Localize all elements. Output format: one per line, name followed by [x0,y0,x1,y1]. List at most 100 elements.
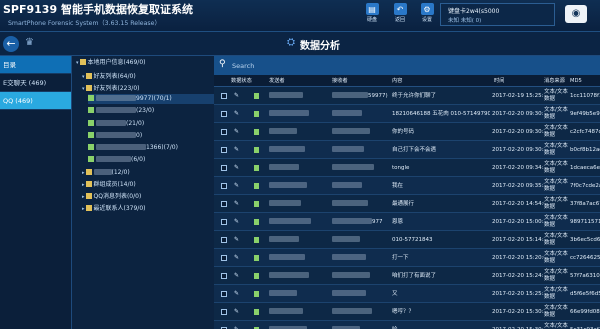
sender-cell [269,321,327,329]
row-checkbox[interactable] [221,255,227,261]
table-row[interactable]: ✎ 18210646188 五花肉 010-57149790 2017-02-20 … [214,105,600,123]
receiver-cell: 59977) [332,87,390,105]
tree-node[interactable]: ▸ 最近联系人(379/0) [82,204,146,214]
table-row[interactable]: ✎ 010-57721843 2017-02-20 15:14:50文本/文本数据3… [214,231,600,249]
column-header[interactable]: 时间 [494,75,504,87]
tree-node[interactable]: (6/0) [88,155,145,165]
table-row[interactable]: ✎ 最通展行 2017-02-20 14:54:00文本/文本数据37f8a7ac6… [214,195,600,213]
table-row[interactable]: ✎ 977 恩恩 2017-02-20 15:00:34文本/文本数据98971157… [214,213,600,231]
sender-cell [269,105,327,123]
md5-cell: b0cf8b12ae1 [570,147,600,153]
table-row[interactable]: ✎ 59977) 终于允许你们聊了 2017-02-19 15:25:10文本/文本数… [214,87,600,105]
table-row[interactable]: ✎ tongle 2017-02-20 09:34:32文本/文本数据1dcaeca… [214,159,600,177]
sender-cell [269,303,327,321]
redacted-receiver [332,92,368,98]
sender-cell [269,141,327,159]
sidebar-header: 目录 [0,56,71,74]
row-checkbox[interactable] [221,273,227,279]
content-cell: 打一下 [392,255,409,261]
pin-icon: ✎ [234,236,240,243]
return-button[interactable]: ↶ 返回 [390,3,410,28]
table-row[interactable]: ✎ 又 2017-02-20 15:25:39文本/文本数据d5f6e5f6d5 [214,285,600,303]
content-cell: 010-57721843 [392,237,433,243]
tree-node[interactable]: ▾ 好友列表(64/0) [82,72,136,82]
hard-disk-label: 硬盘 [366,17,377,23]
column-header[interactable]: 接收者 [332,75,348,87]
table-row[interactable]: ✎ 嗯哼？？ 2017-02-20 15:30:22文本/文本数据66e99fd08… [214,303,600,321]
table-row[interactable]: ✎ 打一下 2017-02-20 15:20:02文本/文本数据cc72646251… [214,249,600,267]
tree-node[interactable]: (21/0) [88,119,144,129]
time-cell: 2017-02-20 15:14:50 [492,237,544,243]
sidebar-item-qq[interactable]: QQ (469) [0,92,71,110]
source-cell: 文本/文本数据 [544,179,568,192]
table-row[interactable]: ✎哈2017-02-20 15:30:41文本/文本数据5c31c93af7e [214,321,600,329]
table-row[interactable]: ✎ 你的号码 2017-02-20 09:30:20文本/文本数据c2cfc7487… [214,123,600,141]
row-checkbox[interactable] [221,129,227,135]
row-checkbox[interactable] [221,183,227,189]
file-icon [254,183,259,189]
settings-label: 设置 [421,17,432,23]
redacted-name [96,107,136,113]
redacted-receiver [332,110,362,116]
tree-node[interactable]: ▸ QQ消息列表(0/0) [82,192,141,202]
row-checkbox[interactable] [221,201,227,207]
column-header[interactable]: 内容 [392,75,402,87]
md5-cell: 3b6ec5cd6cc [570,237,600,243]
table-row[interactable]: ✎ 自己打下会不会遇 2017-02-20 09:30:55文本/文本数据b0cf8… [214,141,600,159]
file-icon [254,111,259,117]
tree-node-label: (23/0) [136,107,155,114]
tree-node[interactable]: ▸ (12/0) [82,168,130,178]
return-label: 返回 [394,17,405,23]
search-bar: ⚲ [214,56,600,75]
settings-button[interactable]: ⚙ 设置 [417,3,437,28]
contact-icon [88,120,94,126]
expand-toggle-icon: ▸ [82,206,85,212]
row-checkbox[interactable] [221,147,227,153]
sidebar-item-chat[interactable]: E交聊天 (469) [0,74,71,92]
time-cell: 2017-02-20 15:20:02 [492,255,544,261]
column-header[interactable]: 数据状态 [231,75,252,87]
time-cell: 2017-02-19 15:25:10 [492,93,544,99]
content-cell: 又 [392,291,398,297]
tree-node[interactable]: ▾ 好友列表(223/0) [82,84,140,94]
source-cell: 文本/文本数据 [544,305,568,318]
contact-icon [88,156,94,162]
column-header[interactable]: 发送者 [269,75,285,87]
sender-cell [269,177,327,195]
row-checkbox[interactable] [221,291,227,297]
table-row[interactable]: ✎ 咱们打了有面说了 2017-02-20 15:24:17文本/文本数据57f7a… [214,267,600,285]
md5-cell: 5c31c93af7e [570,321,600,329]
tree-node[interactable]: 1366)(7/0) [88,143,178,153]
time-cell: 2017-02-20 15:00:34 [492,219,544,225]
camera-button[interactable]: ◉ [565,5,587,23]
device-info-panel[interactable]: 键盘卡2w4(s5000 未知 未知( 0) [440,3,555,26]
hard-disk-button[interactable]: ▤ 硬盘 [362,3,382,28]
tree-node[interactable]: ▾ 本地用户信息(469/0) [76,58,146,68]
column-header[interactable]: 消息来源 [544,75,565,87]
row-checkbox[interactable] [221,111,227,117]
time-cell: 2017-02-20 09:30:20 [492,129,544,135]
row-checkbox[interactable] [221,93,227,99]
tree-node[interactable]: (23/0) [88,106,154,116]
receiver-cell [332,231,390,249]
column-header[interactable]: MD5 [570,75,582,87]
receiver-cell [332,159,390,177]
sender-cell [269,249,327,267]
back-button[interactable]: ← [3,36,19,52]
table-row[interactable]: ✎ 我在 2017-02-20 09:35:22文本/文本数据7f0c7cde2a8 [214,177,600,195]
tree-node-label: 0) [136,132,143,139]
row-checkbox[interactable] [221,237,227,243]
pin-icon: ✎ [234,272,240,279]
tree-node[interactable]: 9977)(70/1) [88,94,214,104]
search-icon[interactable]: ⚲ [219,59,226,69]
row-checkbox[interactable] [221,219,227,225]
file-icon [254,255,259,261]
redacted-receiver [332,200,368,206]
source-cell: 文本/文本数据 [544,323,568,329]
source-cell: 文本/文本数据 [544,269,568,282]
search-input[interactable] [232,59,592,72]
tree-node[interactable]: 0) [88,131,142,141]
tree-node[interactable]: ▸ 群组成员(14/0) [82,180,136,190]
row-checkbox[interactable] [221,165,227,171]
row-checkbox[interactable] [221,309,227,315]
